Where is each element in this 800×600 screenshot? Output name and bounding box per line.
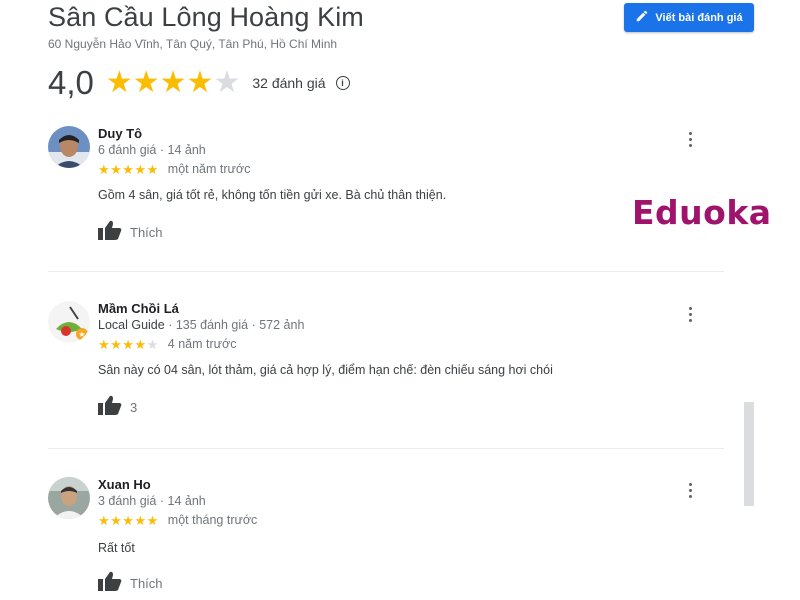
review-rating: ★★★★★ một năm trước [98,162,250,176]
review-rating: ★★★★★ 4 năm trước [98,337,236,351]
write-review-button[interactable]: Viết bài đánh giá [624,3,754,32]
more-options-icon[interactable] [688,132,692,147]
write-review-label: Viết bài đánh giá [655,11,743,24]
review-time: 4 năm trước [167,337,237,351]
review-rating: ★★★★★ một tháng trước [98,513,257,527]
rating-summary: 4,0 ★★★★★ 32 đánh giá i [48,64,350,102]
review-author[interactable]: Mầm Chồi Lá [98,301,179,316]
review-author-stats: 3 đánh giá · 14 ảnh [98,494,206,508]
review-text: Rất tốt [98,541,135,555]
like-button[interactable]: Thích [98,220,163,245]
scrollbar[interactable] [744,402,754,506]
thumbs-up-icon [98,571,122,596]
review-author[interactable]: Xuan Ho [98,477,151,492]
author-stats-text: 6 đánh giá · 14 ảnh [98,143,206,157]
like-count: 3 [130,400,138,415]
divider [48,271,724,272]
review-item: ★ Mầm Chồi Lá Local Guide · 135 đánh giá… [48,301,728,421]
place-title: Sân Cầu Lông Hoàng Kim [48,2,364,32]
average-rating: 4,0 [48,64,94,101]
review-stars: ★★★★★ [98,161,159,177]
avatar[interactable]: ★ [48,301,90,343]
review-author-stats: Local Guide · 135 đánh giá · 572 ảnh [98,318,304,332]
like-button[interactable]: Thích [98,571,163,596]
review-author-stats: 6 đánh giá · 14 ảnh [98,143,206,157]
like-label: Thích [130,576,163,591]
review-item: Xuan Ho 3 đánh giá · 14 ảnh ★★★★★ một th… [48,477,728,597]
avatar[interactable] [48,126,90,168]
average-stars: ★★★★★ [105,66,241,99]
eduoka-watermark: Eduoka [632,193,772,232]
review-author[interactable]: Duy Tô [98,126,142,141]
review-stars: ★★★★★ [98,512,159,528]
thumbs-up-icon [98,220,122,245]
avatar[interactable] [48,477,90,519]
divider [48,448,724,449]
local-guide-label: Local Guide [98,318,165,332]
review-stars: ★★★★★ [98,336,159,352]
like-label: Thích [130,225,163,240]
author-stats-text: 3 đánh giá · 14 ảnh [98,494,206,508]
review-item: Duy Tô 6 đánh giá · 14 ảnh ★★★★★ một năm… [48,126,728,246]
like-button[interactable]: 3 [98,395,137,420]
author-stats-text: · 135 đánh giá · 572 ảnh [164,318,305,332]
review-time: một tháng trước [167,513,258,527]
svg-text:★: ★ [78,330,85,339]
more-options-icon[interactable] [688,483,692,498]
review-count[interactable]: 32 đánh giá [252,75,325,91]
thumbs-up-icon [98,395,122,420]
pencil-icon [635,9,649,26]
review-text: Sân này có 04 sân, lót thảm, giá cả hợp … [98,363,553,377]
more-options-icon[interactable] [688,307,692,322]
place-address: 60 Nguyễn Hảo Vĩnh, Tân Quý, Tân Phú, Hồ… [48,37,338,51]
info-icon[interactable]: i [335,76,350,90]
review-time: một năm trước [167,162,251,176]
review-text: Gồm 4 sân, giá tốt rẻ, không tốn tiền gử… [98,188,447,202]
